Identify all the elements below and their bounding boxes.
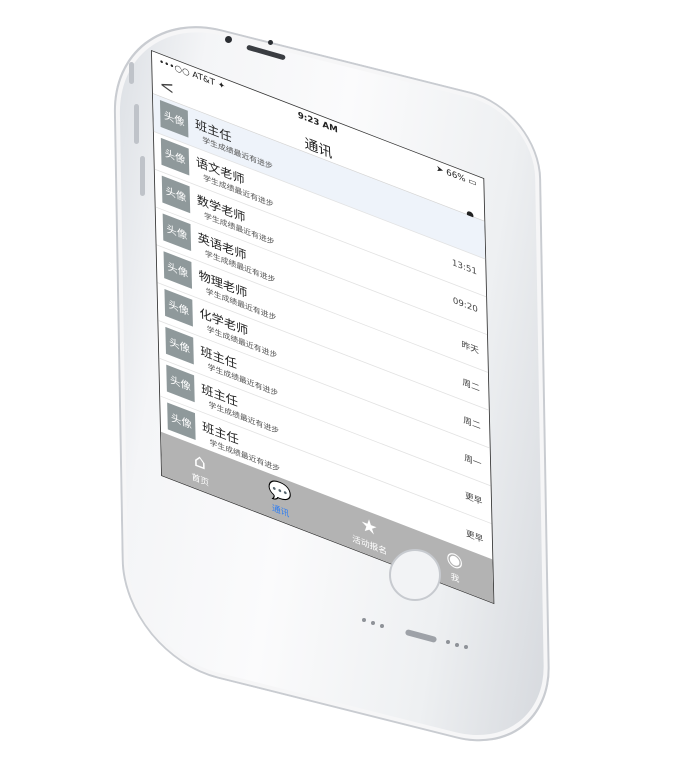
home-button[interactable]	[389, 549, 441, 601]
message-time: 周二	[462, 377, 480, 394]
avatar: 头像	[160, 137, 190, 176]
message-time: 昨天	[461, 340, 479, 357]
speaker-grille	[464, 645, 468, 649]
tab-label: 首页	[191, 472, 210, 489]
avatar: 头像	[166, 364, 195, 403]
speaker-grille	[446, 640, 450, 644]
tab-2[interactable]: 💬 通讯	[268, 477, 293, 520]
tab-1[interactable]: ⌂ 首页	[191, 449, 209, 488]
proximity-sensor	[268, 40, 273, 45]
avatar: 头像	[165, 326, 194, 365]
speaker-grille	[371, 621, 375, 625]
avatar: 头像	[164, 289, 193, 327]
tab-label: 我	[450, 571, 460, 585]
front-camera	[225, 36, 232, 43]
avatar: 头像	[159, 100, 189, 138]
message-time: 周二	[463, 415, 481, 432]
volume-down-button	[140, 156, 145, 196]
tab-3[interactable]: ★ 活动报名	[352, 510, 387, 557]
message-time: 09:20	[452, 296, 478, 315]
message-time: 更早	[465, 529, 484, 546]
message-time: 周一	[464, 453, 482, 470]
speaker-grille	[455, 643, 459, 647]
message-time: 13:51	[451, 258, 478, 278]
avatar: 头像	[167, 402, 196, 441]
mute-switch	[129, 62, 134, 84]
avatar: 头像	[161, 175, 191, 214]
speaker-grille	[380, 624, 384, 628]
speaker-grille	[362, 618, 366, 622]
avatar: 头像	[163, 251, 193, 289]
tab-4[interactable]: ◉ 我	[446, 546, 463, 586]
volume-up-button	[134, 104, 139, 144]
message-time: 更早	[464, 491, 483, 508]
avatar: 头像	[162, 213, 192, 252]
